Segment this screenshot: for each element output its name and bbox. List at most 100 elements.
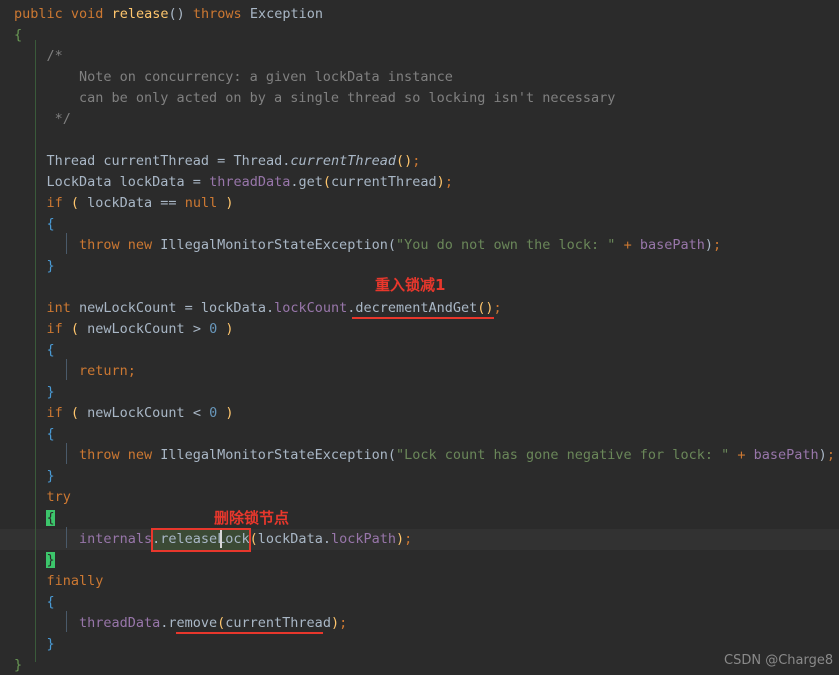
release-lock-focus-box [151, 528, 251, 552]
code-token: ( [70, 321, 80, 337]
code-token: == [160, 195, 177, 211]
code-token: ; [713, 237, 722, 253]
code-line[interactable]: threadData.remove(currentThread); [0, 613, 839, 634]
code-token: finally [46, 573, 104, 589]
code-line[interactable]: { [0, 508, 839, 529]
code-token: release [111, 6, 169, 22]
annotation-reentrant-lock-decrement: 重入锁减1 [375, 276, 446, 294]
code-token: currentThread [225, 615, 331, 631]
code-line[interactable]: } [0, 256, 839, 277]
code-line[interactable]: { [0, 340, 839, 361]
code-token: ; [493, 300, 502, 316]
annotation-delete-lock-node: 删除锁节点 [214, 509, 290, 527]
code-token: newLockCount [79, 321, 193, 337]
code-token: 0 [209, 405, 218, 421]
code-token: { [14, 27, 23, 43]
code-token: Exception [249, 6, 323, 22]
code-token: ; [444, 174, 453, 190]
code-token: if [46, 195, 63, 211]
code-token: { [46, 216, 55, 232]
code-token: void [70, 6, 104, 22]
code-token: lockPath [330, 531, 396, 547]
code-line[interactable]: if ( newLockCount < 0 ) [0, 403, 839, 424]
code-line[interactable]: } [0, 550, 839, 571]
code-line[interactable]: { [0, 424, 839, 445]
code-line[interactable]: can be only acted on by a single thread … [0, 88, 839, 109]
code-line[interactable]: } [0, 634, 839, 655]
code-line[interactable]: finally [0, 571, 839, 592]
code-line[interactable] [0, 130, 839, 151]
code-token: + [737, 447, 746, 463]
code-token: ) [818, 447, 827, 463]
code-token: < [192, 405, 201, 421]
code-line[interactable]: { [0, 25, 839, 46]
code-token: } [46, 636, 55, 652]
code-line[interactable]: throw new IllegalMonitorStateException("… [0, 235, 839, 256]
code-token: } [46, 552, 55, 568]
code-token: basePath [639, 237, 705, 253]
code-token: basePath [753, 447, 819, 463]
code-token: ; [404, 531, 413, 547]
code-token: ) [436, 174, 445, 190]
code-token: Thread [46, 153, 96, 169]
code-line[interactable]: return; [0, 361, 839, 382]
code-token: newLockCount [79, 405, 193, 421]
code-line[interactable]: if ( lockData == null ) [0, 193, 839, 214]
code-editor-screenshot: public void release() throws Exception { /… [0, 0, 839, 675]
code-token: internals [78, 531, 153, 547]
code-line[interactable]: { [0, 214, 839, 235]
code-token: Note on concurrency: a given lockData in… [78, 69, 453, 85]
code-token: ) [704, 237, 714, 253]
code-line[interactable]: if ( newLockCount > 0 ) [0, 319, 839, 340]
code-line[interactable]: public void release() throws Exception [0, 4, 839, 25]
code-token: return [78, 363, 128, 379]
code-line[interactable]: try [0, 487, 839, 508]
code-token: if [46, 321, 63, 337]
code-token: ) [225, 405, 234, 421]
code-line[interactable]: } [0, 382, 839, 403]
code-token: + [623, 237, 632, 253]
code-line[interactable]: LockData lockData = threadData.get(curre… [0, 172, 839, 193]
code-token: currentThread [331, 174, 437, 190]
code-token: ; [127, 363, 136, 379]
code-token: throws [192, 6, 242, 22]
code-token: = [184, 300, 193, 316]
code-token: can be only acted on by a single thread … [78, 90, 616, 106]
code-token: ) [395, 531, 405, 547]
code-line[interactable]: /* [0, 46, 839, 67]
code-token: } [14, 657, 23, 673]
code-token: null [184, 195, 218, 211]
code-token: .get [290, 174, 323, 190]
code-token: if [46, 405, 63, 421]
code-token: IllegalMonitorStateException [152, 447, 388, 463]
code-token: { [46, 342, 55, 358]
code-line[interactable]: */ [0, 109, 839, 130]
code-token: try [46, 489, 71, 505]
code-line[interactable]: Note on concurrency: a given lockData in… [0, 67, 839, 88]
csdn-watermark: CSDN @Charge8 [724, 653, 834, 668]
code-token: ( [70, 405, 80, 421]
code-line[interactable]: } [0, 655, 839, 675]
code-token: currentThread [95, 153, 218, 169]
code-line[interactable]: { [0, 592, 839, 613]
code-token: threadData [209, 174, 291, 190]
code-token: { [46, 510, 55, 526]
code-line[interactable]: Thread currentThread = Thread.currentThr… [0, 151, 839, 172]
code-token: ) [225, 321, 234, 337]
code-line[interactable]: internals.releaseLock(lockData.lockPath)… [0, 529, 839, 550]
code-content[interactable]: public void release() throws Exception { /… [0, 0, 839, 675]
code-line[interactable]: } [0, 466, 839, 487]
code-token: Thread. [225, 153, 291, 169]
code-token: ; [339, 615, 348, 631]
code-token: .remove [160, 615, 218, 631]
code-line[interactable]: throw new IllegalMonitorStateException("… [0, 445, 839, 466]
code-line[interactable]: int newLockCount = lockData.lockCount.de… [0, 298, 839, 319]
